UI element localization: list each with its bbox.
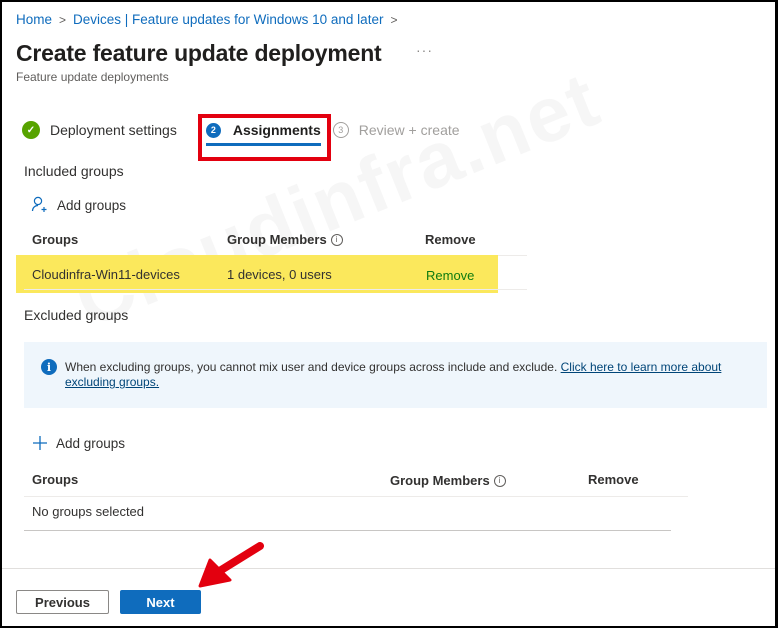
page-subtitle: Feature update deployments [16,70,169,84]
included-groups-label: Included groups [24,163,124,179]
info-icon[interactable]: i [330,233,343,246]
tab-review-create[interactable]: 3 Review + create [332,122,460,138]
divider [24,289,527,290]
watermark: Cloudinfra.net [62,53,612,346]
breadcrumb-feature-updates[interactable]: Devices | Feature updates for Windows 10… [73,12,383,27]
more-options-button[interactable]: ··· [416,42,433,58]
page: Cloudinfra.net Home > Devices | Feature … [2,2,775,626]
step-label: Deployment settings [50,122,177,138]
tab-deployment-settings[interactable]: ✓ Deployment settings [22,121,177,139]
next-button[interactable]: Next [120,590,201,614]
step-number-icon: 3 [332,122,349,138]
add-user-icon [31,196,49,214]
add-excluded-groups-button[interactable]: Add groups [32,435,125,451]
info-icon: i [41,359,57,375]
column-header-remove: Remove [588,472,639,487]
add-groups-label: Add groups [56,435,126,451]
footer-divider [2,568,775,569]
annotation-highlight-box [198,114,331,161]
info-icon[interactable]: i [493,474,506,487]
included-group-members: 1 devices, 0 users [227,267,332,282]
empty-state-text: No groups selected [32,504,145,519]
breadcrumb-separator: > [59,12,67,27]
included-group-name: Cloudinfra-Win11-devices [32,267,180,282]
column-header-label: Group Members [227,232,327,247]
column-header-group-members: Group Members i [390,473,506,488]
previous-button[interactable]: Previous [16,590,109,614]
column-header-groups: Groups [32,232,79,247]
plus-icon [32,435,48,451]
annotation-arrow-icon [198,542,264,588]
breadcrumb-separator: > [390,12,398,27]
info-message-text: When excluding groups, you cannot mix us… [65,360,561,374]
breadcrumb: Home > Devices | Feature updates for Win… [16,12,404,27]
info-message: When excluding groups, you cannot mix us… [65,360,745,390]
column-header-groups: Groups [32,472,79,487]
column-header-remove: Remove [425,232,476,247]
checkmark-icon: ✓ [22,121,40,139]
divider [24,496,688,497]
step-label: Review + create [358,122,460,138]
excluded-groups-label: Excluded groups [24,307,129,323]
page-title: Create feature update deployment [16,40,382,66]
column-header-label: Group Members [390,473,490,488]
column-header-group-members: Group Members i [227,232,343,247]
add-included-groups-button[interactable]: Add groups [31,196,126,214]
info-message-bar: i When excluding groups, you cannot mix … [24,342,767,408]
divider [24,530,671,531]
add-groups-label: Add groups [57,197,127,213]
remove-group-link[interactable]: Remove [426,268,474,283]
breadcrumb-home[interactable]: Home [16,12,52,27]
